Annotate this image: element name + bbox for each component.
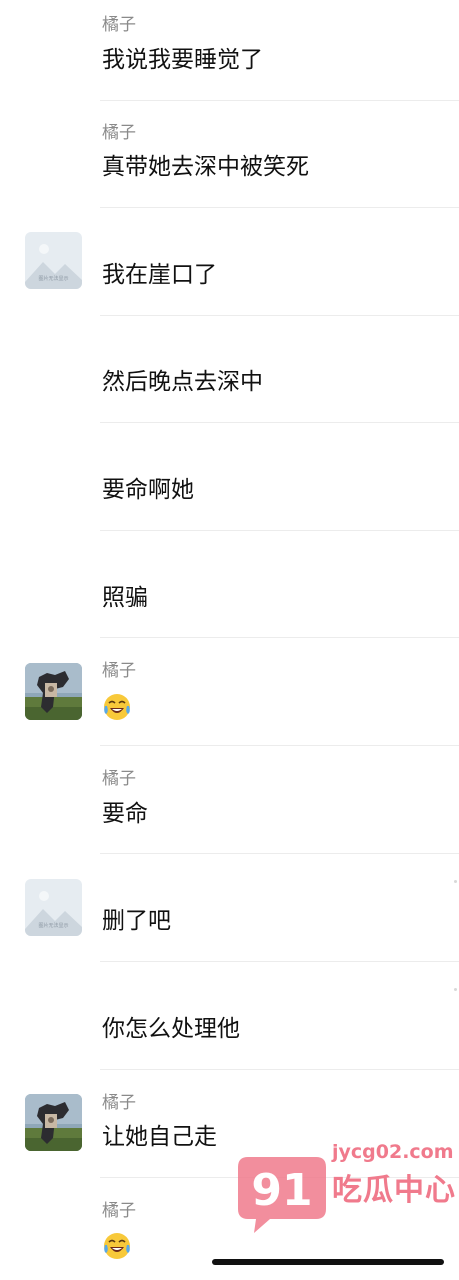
image-placeholder-icon: 图片无法显示 [25,232,82,289]
image-placeholder-icon: 图片无法显示 [25,879,82,936]
divider [100,315,459,316]
watermark-badge-icon: 91 [238,1157,326,1233]
sender-name: 橘子 [102,661,136,681]
message-text: 真带她去深中被笑死 [102,154,309,180]
watermark-number: 91 [251,1165,312,1216]
avatar-placeholder[interactable]: 图片无法显示 [25,879,82,936]
divider [100,1069,459,1070]
divider [100,530,459,531]
divider [100,207,459,208]
crying-laughing-face-icon [102,1231,132,1261]
message-text: 要命啊她 [102,477,194,503]
avatar-caption: 图片无法显示 [38,275,68,282]
divider [100,853,459,854]
message-text: 让她自己走 [102,1124,217,1150]
message-text: 要命 [102,801,148,827]
home-indicator[interactable] [212,1259,444,1265]
avatar-photo-icon [25,663,82,720]
avatar-placeholder[interactable]: 图片无法显示 [25,232,82,289]
avatar[interactable] [25,1094,82,1151]
divider [100,637,459,638]
crying-laughing-face-icon [102,692,132,722]
message-text: 你怎么处理他 [102,1016,240,1042]
message-text: 然后晚点去深中 [102,369,263,395]
scroll-marker [454,988,457,991]
site-watermark: 91 jycg02.com 吃瓜中心 [236,1139,455,1239]
sender-name: 橘子 [102,769,136,789]
divider [100,961,459,962]
avatar-photo-icon [25,1094,82,1151]
message-text: 照骗 [102,585,148,611]
message-text: 我说我要睡觉了 [102,47,263,73]
divider [100,100,459,101]
watermark-brand: 吃瓜中心 [332,1173,456,1208]
watermark-domain: jycg02.com [332,1141,454,1163]
divider [100,745,459,746]
scroll-marker [454,880,457,883]
divider [100,422,459,423]
sender-name: 橘子 [102,1093,136,1113]
sender-name: 橘子 [102,15,136,35]
message-text: 我在崖口了 [102,262,217,288]
sender-name: 橘子 [102,123,136,143]
sender-name: 橘子 [102,1201,136,1221]
message-text: 删了吧 [102,908,171,934]
avatar[interactable] [25,663,82,720]
avatar-caption: 图片无法显示 [38,922,68,929]
